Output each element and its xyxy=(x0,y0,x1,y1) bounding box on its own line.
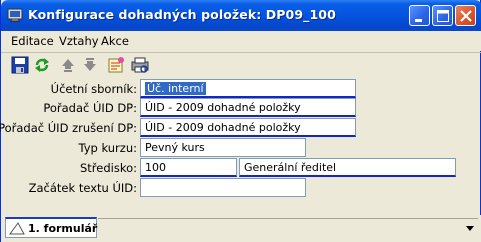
tab-corner-icon xyxy=(9,222,25,235)
ucetni-sbornik-label: Účetní sborník: xyxy=(50,82,137,96)
refresh-icon[interactable] xyxy=(33,56,51,74)
zacatek-textu-field[interactable] xyxy=(140,178,306,197)
menu-akce[interactable]: Akce xyxy=(101,34,129,48)
save-icon[interactable] xyxy=(11,56,29,74)
stredisko-code-value: 100 xyxy=(145,161,166,174)
ucetni-sbornik-value: Úč. interní xyxy=(145,82,206,95)
zacatek-textu-label: Začátek textu ÚID: xyxy=(28,181,137,195)
poradac-uid-dp-value: ÚID - 2009 dohadné položky xyxy=(145,101,301,114)
poradac-uid-dp-label: Pořadač ÚID DP: xyxy=(43,101,137,115)
ucetni-sbornik-field[interactable]: Úč. interní xyxy=(140,79,356,98)
application-window: Konfigurace dohadných položek: DP09_100 … xyxy=(0,0,481,242)
maximize-button[interactable] xyxy=(432,5,453,26)
app-icon[interactable] xyxy=(7,7,23,23)
minimize-icon xyxy=(415,19,422,22)
stredisko-name-value: Generální ředitel xyxy=(244,161,337,174)
typ-kurzu-label: Typ kurzu: xyxy=(78,141,137,155)
stredisko-label: Středisko: xyxy=(79,161,137,175)
poradac-uid-zruseni-field[interactable]: ÚID - 2009 dohadné položky xyxy=(140,118,356,137)
form-panel: Účetní sborník: Úč. interní Pořadač ÚID … xyxy=(0,76,481,212)
typ-kurzu-value: Pevný kurs xyxy=(145,141,205,154)
close-button[interactable] xyxy=(455,5,476,26)
window-title: Konfigurace dohadných položek: DP09_100 xyxy=(28,7,336,22)
poradac-uid-dp-field[interactable]: ÚID - 2009 dohadné položky xyxy=(140,98,356,117)
print-preview-icon[interactable] xyxy=(131,56,149,74)
toolbar xyxy=(1,52,481,76)
move-down-icon[interactable] xyxy=(81,56,99,74)
poradac-uid-zruseni-label: Pořadač ÚID zrušení DP: xyxy=(0,121,137,135)
chevron-down-icon[interactable] xyxy=(464,223,476,233)
title-bar[interactable]: Konfigurace dohadných položek: DP09_100 xyxy=(1,0,481,31)
bottom-tab-bar: 1. formulář xyxy=(1,215,481,242)
close-icon xyxy=(460,10,472,22)
tab-formular-label: 1. formulář xyxy=(28,222,98,235)
typ-kurzu-field[interactable]: Pevný kurs xyxy=(140,138,306,157)
tab-dropdown[interactable] xyxy=(98,218,478,237)
tab-formular-1[interactable]: 1. formulář xyxy=(5,217,97,238)
menu-editace[interactable]: Editace xyxy=(11,34,54,48)
stredisko-code-field[interactable]: 100 xyxy=(140,158,237,177)
move-up-icon[interactable] xyxy=(59,56,77,74)
stredisko-name-field[interactable]: Generální ředitel xyxy=(239,158,456,177)
maximize-icon xyxy=(437,10,449,22)
minimize-button[interactable] xyxy=(409,5,430,26)
note-icon[interactable] xyxy=(107,56,125,74)
poradac-uid-zruseni-value: ÚID - 2009 dohadné položky xyxy=(145,121,301,134)
menu-bar: Editace Vztahy Akce xyxy=(1,31,481,51)
menu-vztahy[interactable]: Vztahy xyxy=(59,34,99,48)
